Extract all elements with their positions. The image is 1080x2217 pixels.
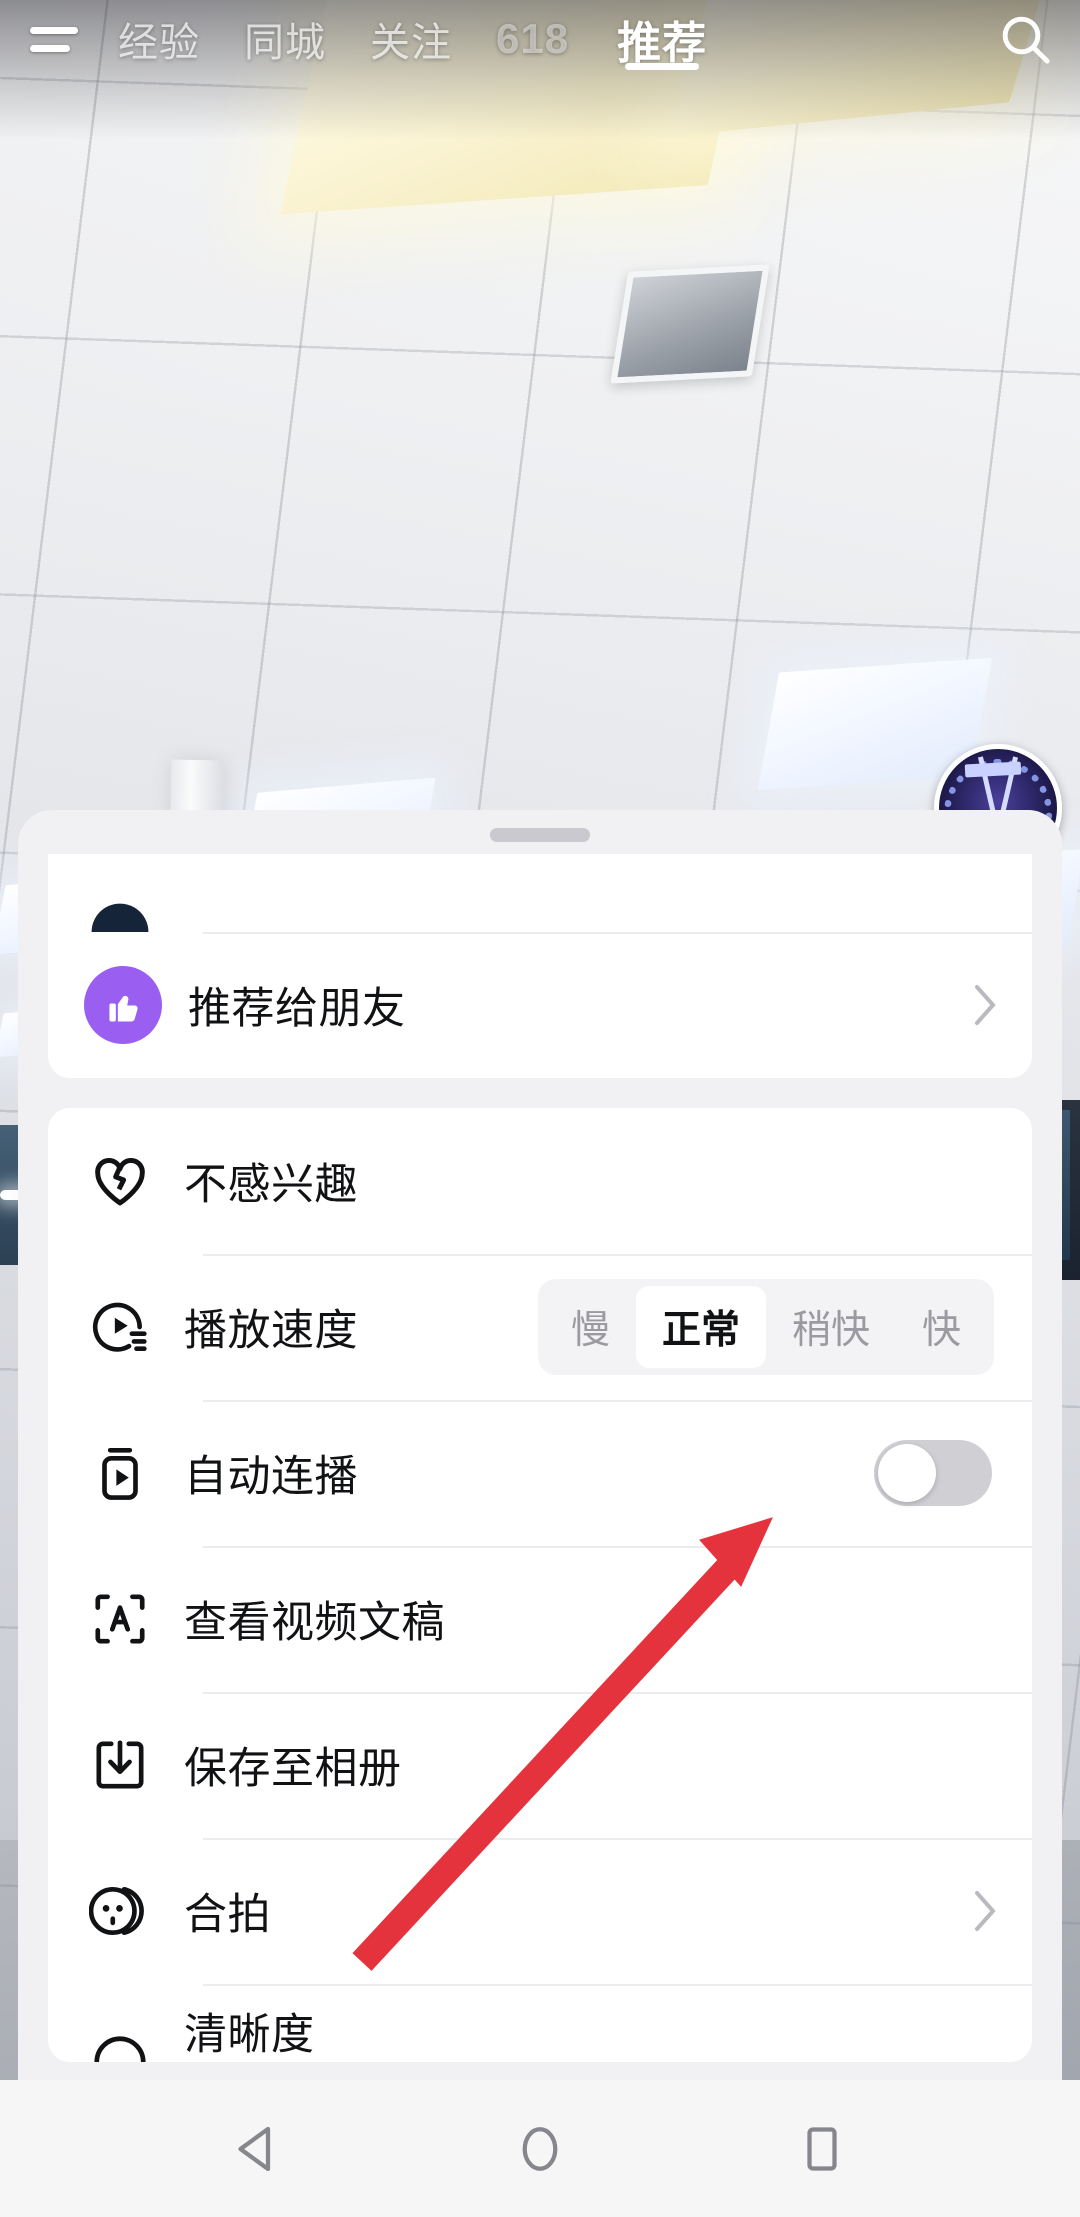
nav-tab-list: 经验 同城 关注 618 推荐 bbox=[96, 0, 970, 78]
nav-tab-label: 同城 bbox=[244, 21, 326, 65]
duet-icon bbox=[84, 1875, 156, 1947]
ceiling-vent bbox=[610, 264, 770, 384]
recents-square-icon[interactable] bbox=[776, 2103, 868, 2195]
list-item-label: 播放速度 bbox=[184, 1307, 358, 1355]
list-item-label: 自动连播 bbox=[184, 1453, 358, 1501]
list-item-playback-speed[interactable]: 播放速度 慢 正常 稍快 快 bbox=[48, 1254, 1032, 1400]
sheet-scroll-area[interactable]: 推荐给朋友 不感兴趣 播放速度 慢 正常 稍快 快 自动连播 查看视频文稿 保存… bbox=[18, 854, 1062, 2217]
list-item-not-interested[interactable]: 不感兴趣 bbox=[48, 1108, 1032, 1254]
thumbs-up-icon bbox=[84, 966, 162, 1044]
list-item-autoplay[interactable]: 自动连播 bbox=[48, 1400, 1032, 1546]
list-item-duet[interactable]: 合拍 bbox=[48, 1838, 1032, 1984]
nav-tab-label: 关注 bbox=[370, 21, 452, 65]
speed-option-fast[interactable]: 快 bbox=[896, 1286, 987, 1368]
nav-tab-tongcheng[interactable]: 同城 bbox=[222, 0, 348, 78]
partial-row-icon bbox=[84, 2026, 156, 2062]
speed-option-slow[interactable]: 慢 bbox=[545, 1286, 636, 1368]
broken-heart-icon bbox=[84, 1145, 156, 1217]
transcript-icon bbox=[84, 1583, 156, 1655]
download-icon bbox=[84, 1729, 156, 1801]
options-bottom-sheet: 推荐给朋友 不感兴趣 播放速度 慢 正常 稍快 快 自动连播 查看视频文稿 保存… bbox=[18, 810, 1062, 2217]
list-item-label: 推荐给朋友 bbox=[188, 985, 406, 1033]
active-tab-underline bbox=[625, 63, 700, 70]
actions-card: 不感兴趣 播放速度 慢 正常 稍快 快 自动连播 查看视频文稿 保存至相册 合拍… bbox=[48, 1108, 1032, 2062]
list-item-label: 不感兴趣 bbox=[184, 1161, 358, 1209]
nav-tab-jingyan[interactable]: 经验 bbox=[96, 0, 222, 78]
list-item-label: 清晰度 bbox=[184, 2011, 315, 2059]
list-item-label: 合拍 bbox=[184, 1891, 271, 1939]
toggle-knob bbox=[878, 1444, 936, 1502]
home-circle-icon[interactable] bbox=[494, 2103, 586, 2195]
autoplay-toggle[interactable] bbox=[874, 1440, 992, 1506]
list-item-recommend-to-friends[interactable]: 推荐给朋友 bbox=[48, 932, 1032, 1078]
nav-tab-618[interactable]: 618 bbox=[474, 0, 591, 78]
nav-tab-label: 推荐 bbox=[617, 19, 708, 68]
list-item[interactable]: 清晰度 bbox=[48, 1984, 1032, 2062]
list-item-label: 保存至相册 bbox=[184, 1745, 402, 1793]
speed-option-normal[interactable]: 正常 bbox=[635, 1286, 766, 1368]
top-navigation-bar: 经验 同城 关注 618 推荐 bbox=[0, 0, 1080, 78]
nav-tab-tuijian[interactable]: 推荐 bbox=[591, 0, 733, 78]
nav-tab-label: 经验 bbox=[118, 21, 200, 65]
drag-handle[interactable] bbox=[490, 828, 590, 842]
list-item-save-to-album[interactable]: 保存至相册 bbox=[48, 1692, 1032, 1838]
chevron-right-icon bbox=[975, 1891, 996, 1931]
speed-option-slightly-fast[interactable]: 稍快 bbox=[766, 1286, 896, 1368]
list-item[interactable] bbox=[48, 854, 1032, 932]
nav-tab-guanzhu[interactable]: 关注 bbox=[348, 0, 474, 78]
playback-speed-icon bbox=[84, 1291, 156, 1363]
chevron-right-icon bbox=[975, 985, 996, 1025]
auto-play-icon bbox=[84, 1437, 156, 1509]
search-icon[interactable] bbox=[970, 0, 1080, 78]
nav-tab-label: 618 bbox=[496, 15, 570, 62]
list-item-label: 查看视频文稿 bbox=[184, 1599, 445, 1647]
list-item-view-transcript[interactable]: 查看视频文稿 bbox=[48, 1546, 1032, 1692]
hamburger-menu-icon[interactable] bbox=[0, 0, 96, 78]
android-navigation-bar bbox=[0, 2080, 1080, 2217]
playback-speed-segmented-control[interactable]: 慢 正常 稍快 快 bbox=[537, 1279, 994, 1375]
share-card: 推荐给朋友 bbox=[48, 854, 1032, 1078]
partial-row-icon bbox=[84, 896, 156, 932]
back-triangle-icon[interactable] bbox=[212, 2103, 304, 2195]
